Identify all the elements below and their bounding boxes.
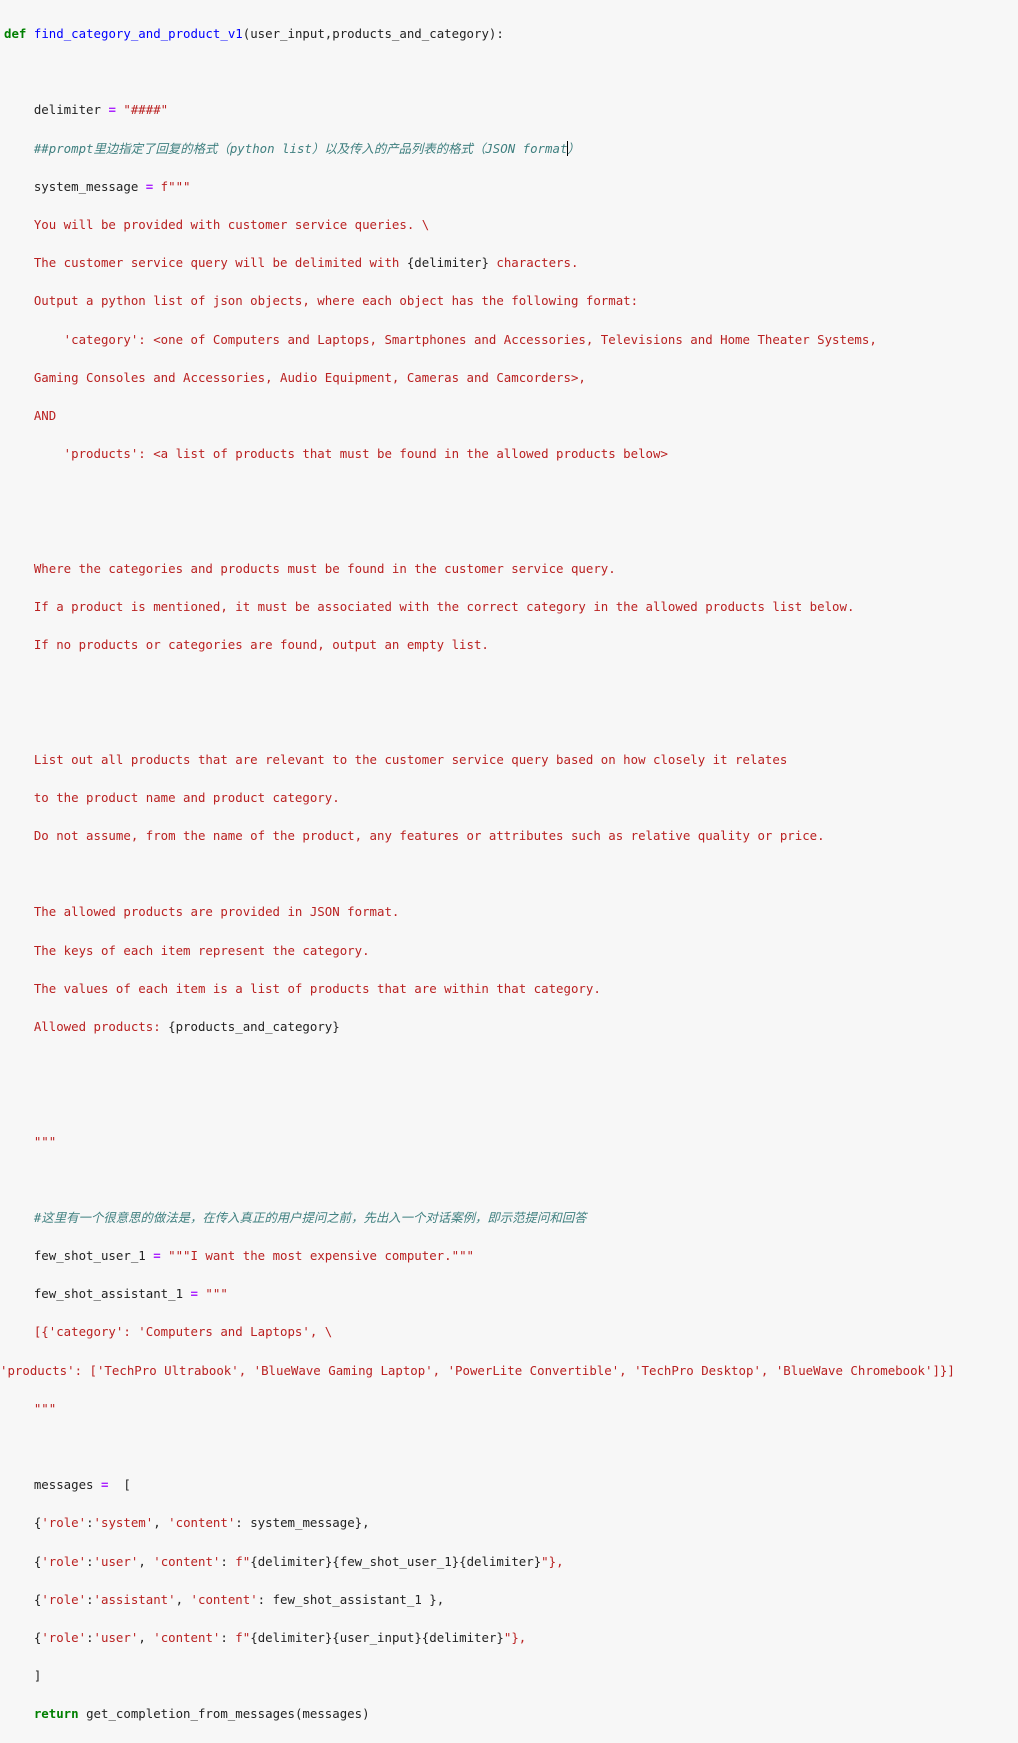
assign-op: = — [100, 1477, 109, 1493]
code-line-messages: messages = [ — [4, 1475, 1018, 1494]
prompt-line: You will be provided with customer servi… — [4, 217, 430, 233]
few-shot-assistant-line: [{'category': 'Computers and Laptops', \ — [4, 1324, 333, 1340]
products-interp: {products_and_category} — [168, 1018, 340, 1034]
message-entry: {'role':'assistant', 'content': few_shot… — [4, 1591, 445, 1607]
content-value: few_shot_assistant_1 }, — [265, 1591, 445, 1607]
code-line-few-shot-user: few_shot_user_1 = """I want the most exp… — [4, 1246, 1018, 1265]
triple-quote-close: """ — [4, 1133, 57, 1149]
prompt-line: If a product is mentioned, it must be as… — [4, 598, 855, 614]
role-value: 'assistant' — [93, 1591, 176, 1607]
prompt-line: to the product name and product category… — [4, 789, 340, 805]
code-line-few-shot-assistant: few_shot_assistant_1 = """ — [4, 1284, 1018, 1303]
code-line-return: return get_completion_from_messages(mess… — [4, 1704, 1018, 1723]
delimiter-value: "####" — [115, 102, 169, 118]
fstring-prefix: f" — [227, 1553, 251, 1569]
messages-open: [ — [108, 1477, 131, 1493]
prompt-line: Gaming Consoles and Accessories, Audio E… — [4, 369, 586, 385]
prompt-line: Allowed products: {products_and_category… — [4, 1017, 1018, 1036]
fstring-suffix: "}, — [503, 1629, 527, 1645]
content-key: 'content' — [153, 1553, 221, 1569]
prompt-line: List out all products that are relevant … — [4, 751, 788, 767]
prompt-line: Where the categories and products must b… — [4, 560, 616, 576]
few-shot-assistant-open: """ — [197, 1286, 228, 1302]
prompt-text: Allowed products: — [4, 1018, 169, 1034]
fstring-prefix: f" — [227, 1629, 251, 1645]
prompt-text: characters. — [488, 255, 579, 271]
assign-op: = — [190, 1286, 198, 1302]
prompt-line: The values of each item is a list of pro… — [4, 980, 601, 996]
role-key: 'role' — [41, 1591, 87, 1607]
fstring-open: f""" — [153, 178, 191, 194]
prompt-line: If no products or categories are found, … — [4, 637, 489, 653]
prompt-text: The customer service query will be delim… — [4, 255, 407, 271]
prompt-line: 'products': <a list of products that mus… — [4, 446, 668, 462]
role-key: 'role' — [41, 1553, 87, 1569]
role-key: 'role' — [41, 1515, 87, 1531]
prompt-line: The allowed products are provided in JSO… — [4, 904, 400, 920]
return-expression: get_completion_from_messages(messages) — [78, 1706, 370, 1722]
code-comment-1: ##prompt里边指定了回复的格式（python list）以及传入的产品列表… — [4, 139, 1018, 158]
prompt-line: Do not assume, from the name of the prod… — [4, 828, 825, 844]
content-value: {delimiter}{user_input}{delimiter} — [250, 1629, 504, 1645]
delimiter-var: delimiter — [4, 102, 109, 118]
messages-var: messages — [4, 1477, 101, 1493]
code-comment-2: #这里有一个很意思的做法是，在传入真正的用户提问之前，先出入一个对话案例，即示范… — [4, 1209, 587, 1225]
role-value: 'system' — [93, 1515, 154, 1531]
prompt-line: 'category': <one of Computers and Laptop… — [4, 331, 877, 347]
few-shot-assistant-close: """ — [4, 1400, 57, 1416]
content-key: 'content' — [168, 1515, 236, 1531]
messages-close: ] — [4, 1668, 42, 1684]
system-message-var: system_message — [4, 178, 146, 194]
prompt-line: The customer service query will be delim… — [4, 253, 1018, 272]
role-value: 'user' — [93, 1629, 139, 1645]
content-key: 'content' — [153, 1629, 221, 1645]
code-cell-editor[interactable]: def find_category_and_product_v1(user_in… — [0, 0, 1018, 1743]
content-value: system_message}, — [242, 1515, 370, 1531]
function-name: find_category_and_product_v1 — [33, 26, 243, 42]
comment-text: ##prompt里边指定了回复的格式（python list）以及传入的产品列表… — [4, 140, 568, 156]
role-key: 'role' — [41, 1629, 87, 1645]
code-line-system-message: system_message = f""" — [4, 177, 1018, 196]
message-entry: {'role':'user', 'content': f"{delimiter}… — [4, 1629, 527, 1645]
prompt-line: The keys of each item represent the cate… — [4, 942, 370, 958]
prompt-line: AND — [4, 407, 57, 423]
few-shot-user-value: """I want the most expensive computer.""… — [160, 1248, 474, 1264]
few-shot-assistant-var: few_shot_assistant_1 — [4, 1286, 191, 1302]
few-shot-assistant-line: 'products': ['TechPro Ultrabook', 'BlueW… — [0, 1362, 955, 1378]
assign-op: = — [108, 102, 116, 118]
comment-text-tail: ） — [567, 140, 580, 156]
return-keyword: return — [33, 1706, 79, 1722]
code-line-delimiter: delimiter = "####" — [4, 100, 1018, 119]
def-keyword: def — [4, 26, 27, 42]
content-key: 'content' — [190, 1591, 258, 1607]
prompt-line: Output a python list of json objects, wh… — [4, 293, 639, 309]
few-shot-user-var: few_shot_user_1 — [4, 1248, 154, 1264]
fstring-suffix: "}, — [541, 1553, 564, 1569]
function-params: (user_input,products_and_category): — [242, 26, 504, 42]
assign-op: = — [153, 1248, 161, 1264]
message-entry: {'role':'user', 'content': f"{delimiter}… — [4, 1553, 564, 1569]
content-value: {delimiter}{few_shot_user_1}{delimiter} — [250, 1553, 542, 1569]
delimiter-interp: {delimiter} — [406, 255, 489, 271]
message-entry: {'role':'system', 'content': system_mess… — [4, 1515, 370, 1531]
code-line-def: def find_category_and_product_v1(user_in… — [4, 24, 1018, 43]
role-value: 'user' — [93, 1553, 139, 1569]
